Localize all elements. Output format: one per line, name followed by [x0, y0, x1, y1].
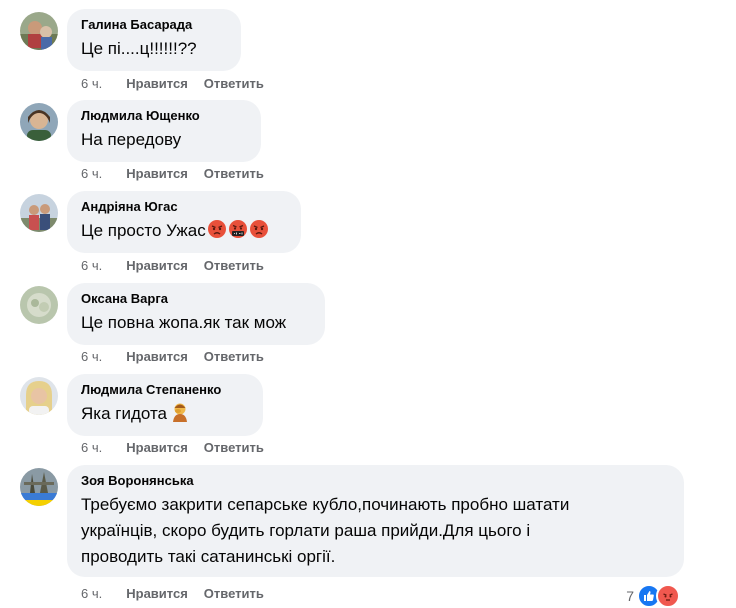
- comment-author[interactable]: Людмила Ющенко: [81, 108, 249, 124]
- like-button[interactable]: Нравится: [126, 586, 188, 601]
- like-button[interactable]: Нравится: [126, 349, 188, 364]
- comment-text: Це повна жопа.як так мож: [81, 313, 287, 332]
- comment-author[interactable]: Оксана Варга: [81, 291, 313, 307]
- comment-time[interactable]: 6 ч.: [81, 349, 102, 364]
- reply-button[interactable]: Ответить: [204, 440, 264, 455]
- like-button[interactable]: Нравится: [126, 166, 188, 181]
- comment-bubble: Зоя Воронянська Требуємо закрити сепарсь…: [67, 465, 684, 577]
- comment-text-content: Це просто Ужас: [81, 221, 206, 240]
- cursing-face-emoji: [228, 219, 248, 239]
- comment-author[interactable]: Людмила Степаненко: [81, 382, 251, 398]
- reply-button[interactable]: Ответить: [204, 586, 264, 601]
- comment-actions: 6 ч. Нравится Ответить: [81, 349, 264, 365]
- angry-face-emoji: [207, 219, 227, 239]
- comment-bubble: Людмила Степаненко Яка гидота: [67, 374, 263, 436]
- avatar[interactable]: [20, 12, 58, 50]
- comment-text: Це просто Ужас: [81, 218, 289, 244]
- like-button[interactable]: Нравится: [126, 440, 188, 455]
- like-button[interactable]: Нравится: [126, 76, 188, 91]
- comment-bubble: Андріяна Югас Це просто Ужас: [67, 191, 301, 253]
- reaction-summary[interactable]: 7: [626, 584, 680, 608]
- comment-time[interactable]: 6 ч.: [81, 166, 102, 181]
- comment-author[interactable]: Зоя Воронянська: [81, 473, 672, 489]
- comment-text: Яка гидота: [81, 401, 251, 427]
- avatar[interactable]: [20, 286, 58, 324]
- reaction-count: 7: [626, 588, 634, 604]
- reply-button[interactable]: Ответить: [204, 349, 264, 364]
- comment-text-line: українців, скоро будить горлати раша при…: [81, 521, 531, 540]
- avatar[interactable]: [20, 468, 58, 506]
- reply-button[interactable]: Ответить: [204, 76, 264, 91]
- comment-text: Требуємо закрити сепарське кубло,починаю…: [81, 492, 672, 570]
- comment-actions: 6 ч. Нравится Ответить: [81, 586, 264, 602]
- comment-actions: 6 ч. Нравится Ответить: [81, 440, 264, 456]
- comment-bubble: Оксана Варга Це повна жопа.як так мож: [67, 283, 325, 345]
- angry-reaction-icon: [656, 584, 680, 608]
- avatar[interactable]: [20, 103, 58, 141]
- comment-actions: 6 ч. Нравится Ответить: [81, 258, 264, 274]
- comment-author[interactable]: Андріяна Югас: [81, 199, 289, 215]
- comment-actions: 6 ч. Нравится Ответить: [81, 76, 264, 92]
- comment-actions: 6 ч. Нравится Ответить: [81, 166, 264, 182]
- comment-text-content: Яка гидота: [81, 404, 168, 423]
- comment-text: На передову: [81, 130, 182, 149]
- comment-time[interactable]: 6 ч.: [81, 586, 102, 601]
- angry-face-emoji: [249, 219, 269, 239]
- comment-author[interactable]: Галина Басарада: [81, 17, 229, 33]
- like-button[interactable]: Нравится: [126, 258, 188, 273]
- avatar[interactable]: [20, 194, 58, 232]
- avatar[interactable]: [20, 377, 58, 415]
- reply-button[interactable]: Ответить: [204, 258, 264, 273]
- person-facepalming-emoji: [170, 402, 190, 422]
- comment-text: Це пі....ц!!!!!!??: [81, 39, 197, 58]
- comment-text-line: Требуємо закрити сепарське кубло,починаю…: [81, 495, 570, 514]
- comment-time[interactable]: 6 ч.: [81, 76, 102, 91]
- reply-button[interactable]: Ответить: [204, 166, 264, 181]
- comment-bubble: Галина Басарада Це пі....ц!!!!!!??: [67, 9, 241, 71]
- comment-bubble: Людмила Ющенко На передову: [67, 100, 261, 162]
- comment-text-line: проводить такі сатанинські оргії.: [81, 547, 336, 566]
- comment-time[interactable]: 6 ч.: [81, 258, 102, 273]
- comment-time[interactable]: 6 ч.: [81, 440, 102, 455]
